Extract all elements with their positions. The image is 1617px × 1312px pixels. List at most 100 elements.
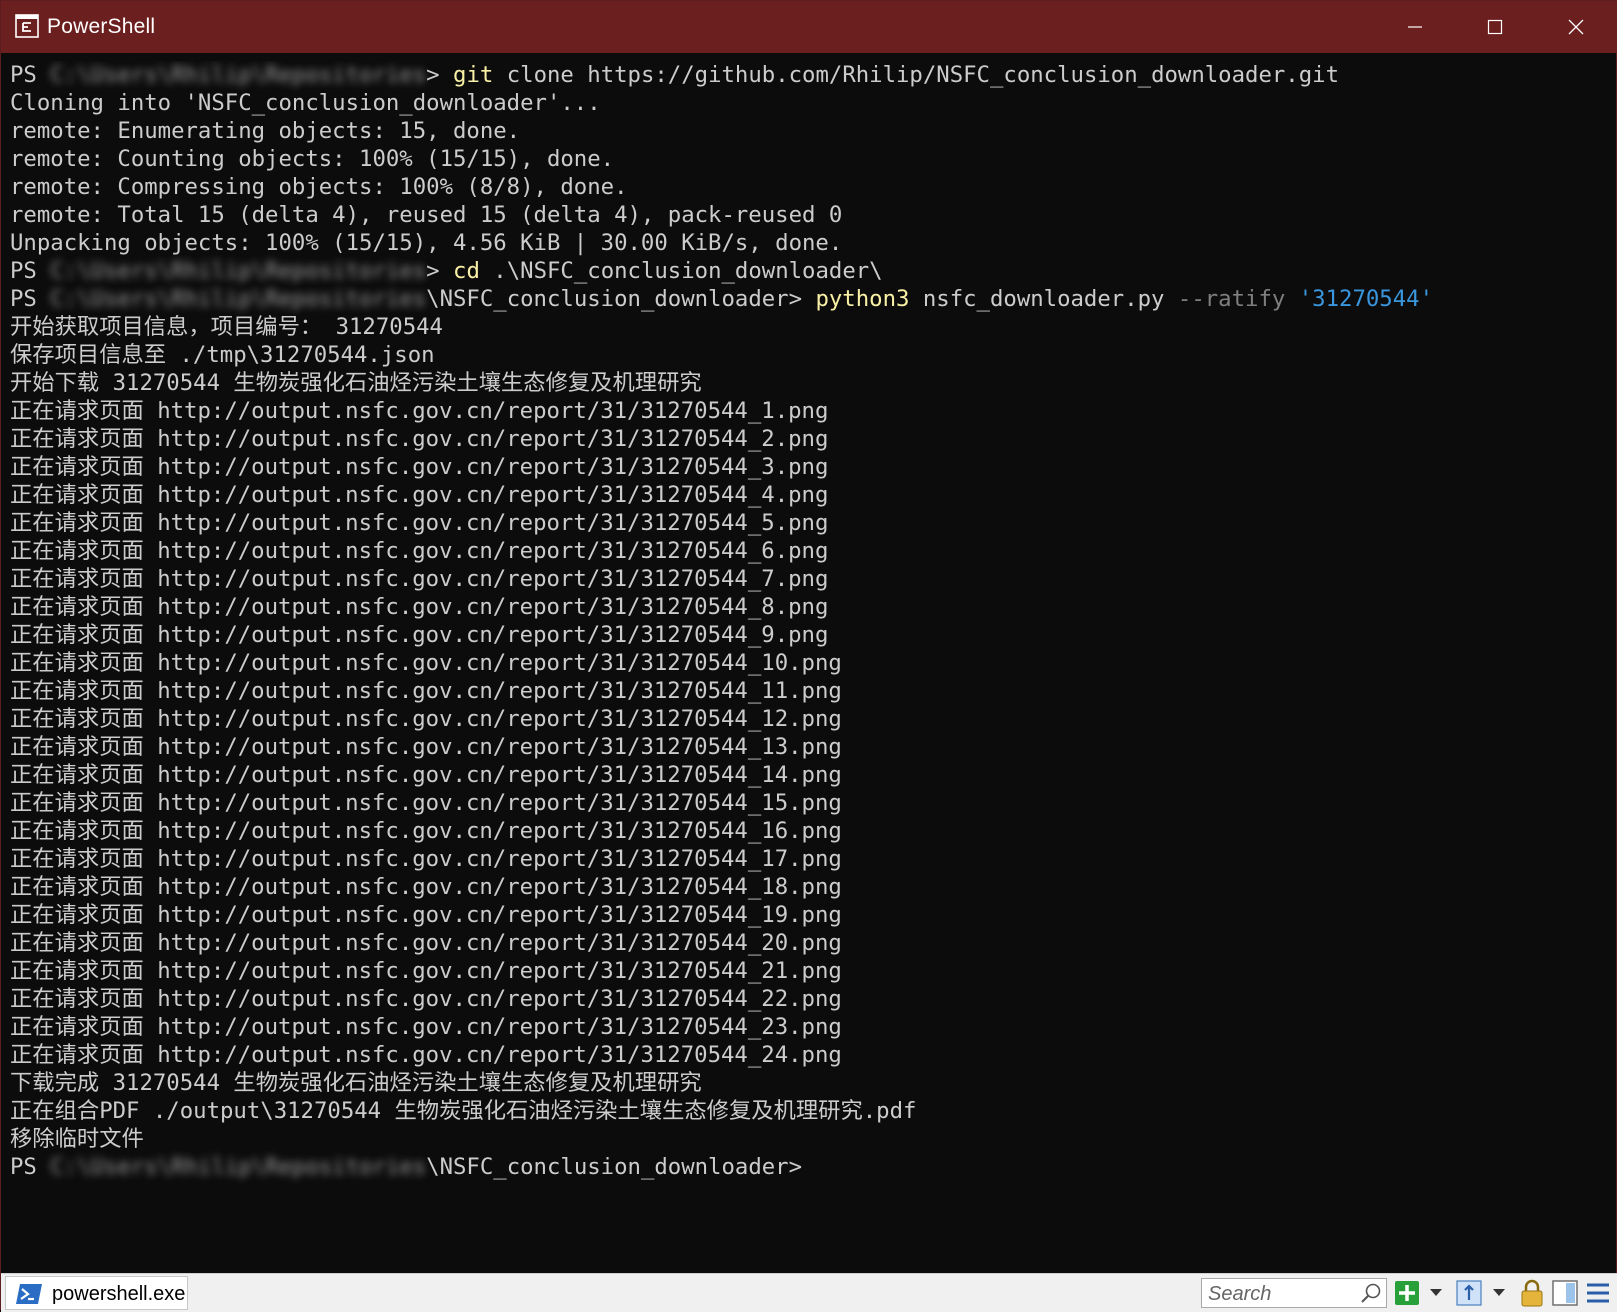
output-line: 正在请求页面 http://output.nsfc.gov.cn/report/… bbox=[10, 985, 1610, 1013]
command-space bbox=[1285, 286, 1298, 312]
output-line: 正在请求页面 http://output.nsfc.gov.cn/report/… bbox=[10, 873, 1610, 901]
output-line: 正在请求页面 http://output.nsfc.gov.cn/report/… bbox=[10, 1041, 1610, 1069]
redacted-path: C:\Users\Rhilip\Repositories bbox=[50, 1154, 427, 1180]
output-line: 正在请求页面 http://output.nsfc.gov.cn/report/… bbox=[10, 789, 1610, 817]
output-line: Cloning into 'NSFC_conclusion_downloader… bbox=[10, 89, 1610, 117]
output-text: 正在请求页面 http://output.nsfc.gov.cn/report/… bbox=[10, 538, 829, 564]
search-icon[interactable] bbox=[1360, 1282, 1382, 1309]
prompt-prefix: PS bbox=[10, 258, 51, 284]
output-text: Unpacking objects: 100% (15/15), 4.56 Ki… bbox=[10, 230, 843, 256]
search-box[interactable] bbox=[1201, 1278, 1387, 1308]
output-line: 正在请求页面 http://output.nsfc.gov.cn/report/… bbox=[10, 733, 1610, 761]
output-text: 正在组合PDF ./output\31270544 生物炭强化石油烃污染土壤生态… bbox=[10, 1098, 917, 1124]
powershell-window-icon[interactable] bbox=[15, 14, 39, 38]
output-text: 正在请求页面 http://output.nsfc.gov.cn/report/… bbox=[10, 706, 842, 732]
output-text: remote: Total 15 (delta 4), reused 15 (d… bbox=[10, 202, 843, 228]
output-text: 正在请求页面 http://output.nsfc.gov.cn/report/… bbox=[10, 902, 842, 928]
output-line: remote: Compressing objects: 100% (8/8),… bbox=[10, 173, 1610, 201]
prompt-prefix: PS bbox=[10, 1154, 51, 1180]
prompt-prefix: PS bbox=[10, 286, 51, 312]
output-line: 正在请求页面 http://output.nsfc.gov.cn/report/… bbox=[10, 621, 1610, 649]
add-tab-icon[interactable] bbox=[1393, 1279, 1421, 1307]
output-line: 正在请求页面 http://output.nsfc.gov.cn/report/… bbox=[10, 649, 1610, 677]
prompt-line: PS C:\Users\Rhilip\Repositories\NSFC_con… bbox=[10, 1153, 1610, 1181]
pane-icon[interactable] bbox=[1455, 1279, 1483, 1307]
pane-dropdown-icon[interactable] bbox=[1488, 1279, 1510, 1307]
output-text: remote: Enumerating objects: 15, done. bbox=[10, 118, 521, 144]
output-text: 正在请求页面 http://output.nsfc.gov.cn/report/… bbox=[10, 426, 829, 452]
output-text: Cloning into 'NSFC_conclusion_downloader… bbox=[10, 90, 601, 116]
output-text: 正在请求页面 http://output.nsfc.gov.cn/report/… bbox=[10, 1014, 842, 1040]
prompt-prefix: PS bbox=[10, 62, 51, 88]
redacted-path: C:\Users\Rhilip\Repositories bbox=[50, 258, 427, 284]
output-text: 正在请求页面 http://output.nsfc.gov.cn/report/… bbox=[10, 566, 829, 592]
output-line: 正在请求页面 http://output.nsfc.gov.cn/report/… bbox=[10, 957, 1610, 985]
close-icon bbox=[1568, 19, 1584, 35]
output-text: 正在请求页面 http://output.nsfc.gov.cn/report/… bbox=[10, 986, 842, 1012]
output-text: 开始获取项目信息，项目编号： 31270544 bbox=[10, 314, 443, 340]
title-bar[interactable]: PowerShell bbox=[1, 1, 1617, 53]
menu-icon[interactable] bbox=[1584, 1279, 1612, 1307]
output-line: 正在请求页面 http://output.nsfc.gov.cn/report/… bbox=[10, 761, 1610, 789]
output-line: remote: Enumerating objects: 15, done. bbox=[10, 117, 1610, 145]
command-args: clone https://github.com/Rhilip/NSFC_con… bbox=[493, 62, 1339, 88]
maximize-button[interactable] bbox=[1456, 1, 1534, 53]
maximize-icon bbox=[1487, 19, 1503, 35]
layout-icon[interactable] bbox=[1551, 1279, 1579, 1307]
output-line: 正在请求页面 http://output.nsfc.gov.cn/report/… bbox=[10, 453, 1610, 481]
command-args: nsfc_downloader.py bbox=[909, 286, 1178, 312]
output-line: 正在请求页面 http://output.nsfc.gov.cn/report/… bbox=[10, 929, 1610, 957]
output-line: 正在请求页面 http://output.nsfc.gov.cn/report/… bbox=[10, 537, 1610, 565]
redacted-path: C:\Users\Rhilip\Repositories bbox=[50, 62, 427, 88]
output-text: 正在请求页面 http://output.nsfc.gov.cn/report/… bbox=[10, 930, 842, 956]
output-line: 开始下载 31270544 生物炭强化石油烃污染土壤生态修复及机理研究 bbox=[10, 369, 1610, 397]
task-tab-powershell[interactable]: powershell.exe bbox=[5, 1276, 188, 1310]
output-line: 正在请求页面 http://output.nsfc.gov.cn/report/… bbox=[10, 677, 1610, 705]
output-line: 正在请求页面 http://output.nsfc.gov.cn/report/… bbox=[10, 817, 1610, 845]
output-text: 正在请求页面 http://output.nsfc.gov.cn/report/… bbox=[10, 846, 842, 872]
output-line: 保存项目信息至 ./tmp\31270544.json bbox=[10, 341, 1610, 369]
output-text: 正在请求页面 http://output.nsfc.gov.cn/report/… bbox=[10, 762, 842, 788]
output-text: 正在请求页面 http://output.nsfc.gov.cn/report/… bbox=[10, 650, 842, 676]
output-line: Unpacking objects: 100% (15/15), 4.56 Ki… bbox=[10, 229, 1610, 257]
output-line: 正在请求页面 http://output.nsfc.gov.cn/report/… bbox=[10, 593, 1610, 621]
output-text: 正在请求页面 http://output.nsfc.gov.cn/report/… bbox=[10, 958, 842, 984]
output-line: 下载完成 31270544 生物炭强化石油烃污染土壤生态修复及机理研究 bbox=[10, 1069, 1610, 1097]
command-name: git bbox=[453, 62, 494, 88]
command-name: python3 bbox=[815, 286, 910, 312]
output-text: 保存项目信息至 ./tmp\31270544.json bbox=[10, 342, 435, 368]
output-text: 下载完成 31270544 生物炭强化石油烃污染土壤生态修复及机理研究 bbox=[10, 1070, 702, 1096]
powershell-window: PowerShell PS C:\Users\Rhilip\Repositori… bbox=[0, 0, 1617, 1312]
output-text: remote: Compressing objects: 100% (8/8),… bbox=[10, 174, 628, 200]
output-line: 正在请求页面 http://output.nsfc.gov.cn/report/… bbox=[10, 901, 1610, 929]
output-line: 移除临时文件 bbox=[10, 1125, 1610, 1153]
task-tab-label: powershell.exe bbox=[52, 1283, 186, 1305]
prompt-suffix: > bbox=[426, 62, 454, 88]
output-line: remote: Total 15 (delta 4), reused 15 (d… bbox=[10, 201, 1610, 229]
output-line: 正在请求页面 http://output.nsfc.gov.cn/report/… bbox=[10, 509, 1610, 537]
minimize-button[interactable] bbox=[1376, 1, 1454, 53]
window-title: PowerShell bbox=[47, 15, 156, 38]
command-name: cd bbox=[453, 258, 480, 284]
output-text: 正在请求页面 http://output.nsfc.gov.cn/report/… bbox=[10, 734, 842, 760]
status-bar: powershell.exe bbox=[1, 1273, 1617, 1312]
close-button[interactable] bbox=[1537, 1, 1615, 53]
prompt-line: PS C:\Users\Rhilip\Repositories\NSFC_con… bbox=[10, 285, 1610, 313]
output-text: 正在请求页面 http://output.nsfc.gov.cn/report/… bbox=[10, 454, 829, 480]
search-input[interactable] bbox=[1206, 1280, 1360, 1308]
add-dropdown-icon[interactable] bbox=[1425, 1279, 1447, 1307]
output-line: 正在请求页面 http://output.nsfc.gov.cn/report/… bbox=[10, 845, 1610, 873]
prompt-line: PS C:\Users\Rhilip\Repositories> git clo… bbox=[10, 61, 1610, 89]
output-text: 移除临时文件 bbox=[10, 1126, 144, 1152]
command-args: .\NSFC_conclusion_downloader\ bbox=[479, 258, 883, 284]
minimize-icon bbox=[1408, 26, 1422, 28]
output-text: 正在请求页面 http://output.nsfc.gov.cn/report/… bbox=[10, 398, 829, 424]
output-line: 正在请求页面 http://output.nsfc.gov.cn/report/… bbox=[10, 425, 1610, 453]
output-text: 正在请求页面 http://output.nsfc.gov.cn/report/… bbox=[10, 482, 829, 508]
lock-icon[interactable] bbox=[1518, 1279, 1546, 1307]
redacted-path: C:\Users\Rhilip\Repositories bbox=[50, 286, 427, 312]
output-line: 开始获取项目信息，项目编号： 31270544 bbox=[10, 313, 1610, 341]
terminal-output[interactable]: PS C:\Users\Rhilip\Repositories> git clo… bbox=[10, 61, 1610, 1271]
output-line: 正在请求页面 http://output.nsfc.gov.cn/report/… bbox=[10, 397, 1610, 425]
output-text: 正在请求页面 http://output.nsfc.gov.cn/report/… bbox=[10, 622, 829, 648]
